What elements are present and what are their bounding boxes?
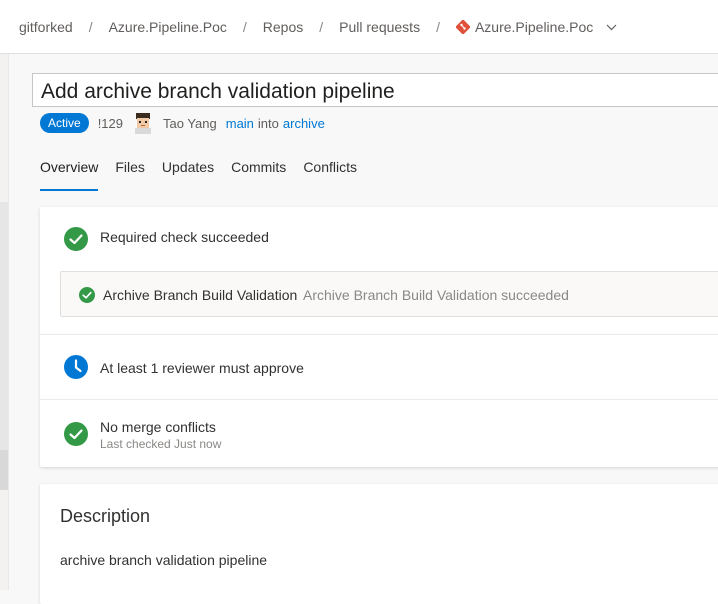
author-name: Tao Yang xyxy=(163,115,217,131)
check-circle-icon xyxy=(64,422,88,446)
reviewer-policy-row[interactable]: At least 1 reviewer must approve xyxy=(40,335,718,400)
pull-request-page: Add archive branch validation pipeline A… xyxy=(9,55,718,604)
breadcrumb-separator: / xyxy=(88,18,93,35)
description-body[interactable]: archive branch validation pipeline xyxy=(60,552,267,568)
clock-icon xyxy=(64,355,88,379)
breadcrumb-org[interactable]: gitforked xyxy=(19,19,73,35)
rail-scroll-track xyxy=(0,202,8,450)
check-detail: Archive Branch Build Validation succeede… xyxy=(303,287,569,303)
avatar[interactable] xyxy=(133,112,153,134)
tab-updates[interactable]: Updates xyxy=(162,159,214,191)
tab-overview[interactable]: Overview xyxy=(40,159,99,191)
merge-status-label: No merge conflicts xyxy=(100,419,216,435)
required-check-row[interactable]: Required check succeeded xyxy=(40,207,718,271)
merge-status-row: No merge conflicts Last checked Just now xyxy=(40,400,718,467)
breadcrumb-separator: / xyxy=(436,18,440,35)
left-navigation-rail xyxy=(0,54,9,590)
pr-title-input[interactable]: Add archive branch validation pipeline xyxy=(32,73,718,107)
rail-scroll-thumb[interactable] xyxy=(0,450,8,490)
breadcrumb-separator: / xyxy=(242,18,247,35)
required-check-label: Required check succeeded xyxy=(100,229,269,245)
reviewer-policy-label: At least 1 reviewer must approve xyxy=(100,360,304,376)
pr-id: !129 xyxy=(97,115,123,131)
breadcrumb-repo-selector[interactable]: Azure.Pipeline.Poc xyxy=(455,18,617,35)
check-name: Archive Branch Build Validation xyxy=(103,287,298,303)
breadcrumb-project[interactable]: Azure.Pipeline.Poc xyxy=(109,19,227,35)
check-circle-icon xyxy=(64,227,88,251)
git-repo-icon xyxy=(455,19,470,34)
breadcrumb-pull-requests[interactable]: Pull requests xyxy=(339,19,420,35)
merge-last-checked: Last checked Just now xyxy=(100,437,222,451)
breadcrumb-separator: / xyxy=(319,18,324,35)
tab-commits[interactable]: Commits xyxy=(231,159,286,191)
chevron-down-icon xyxy=(606,24,617,30)
status-card: Required check succeeded Archive Branch … xyxy=(40,207,718,467)
description-heading: Description xyxy=(60,506,151,526)
tab-conflicts[interactable]: Conflicts xyxy=(303,159,357,191)
status-badge: Active xyxy=(40,113,89,133)
check-circle-icon xyxy=(79,287,95,303)
breadcrumb-repo-label: Azure.Pipeline.Poc xyxy=(474,18,594,35)
pr-tabs: Overview Files Updates Commits Conflicts xyxy=(40,159,374,191)
build-validation-check[interactable]: Archive Branch Build Validation Archive … xyxy=(60,271,718,317)
top-breadcrumb-bar: gitforked / Azure.Pipeline.Poc / Repos /… xyxy=(0,0,718,54)
target-branch-link[interactable]: archive xyxy=(283,116,325,131)
description-card: Description archive branch validation pi… xyxy=(40,484,718,604)
tab-files[interactable]: Files xyxy=(115,159,145,191)
pr-meta-row: Active !129 Tao Yang main into archive xyxy=(40,112,325,134)
into-label: into xyxy=(257,115,279,131)
breadcrumb-repos[interactable]: Repos xyxy=(263,19,303,35)
source-branch-link[interactable]: main xyxy=(226,116,254,131)
